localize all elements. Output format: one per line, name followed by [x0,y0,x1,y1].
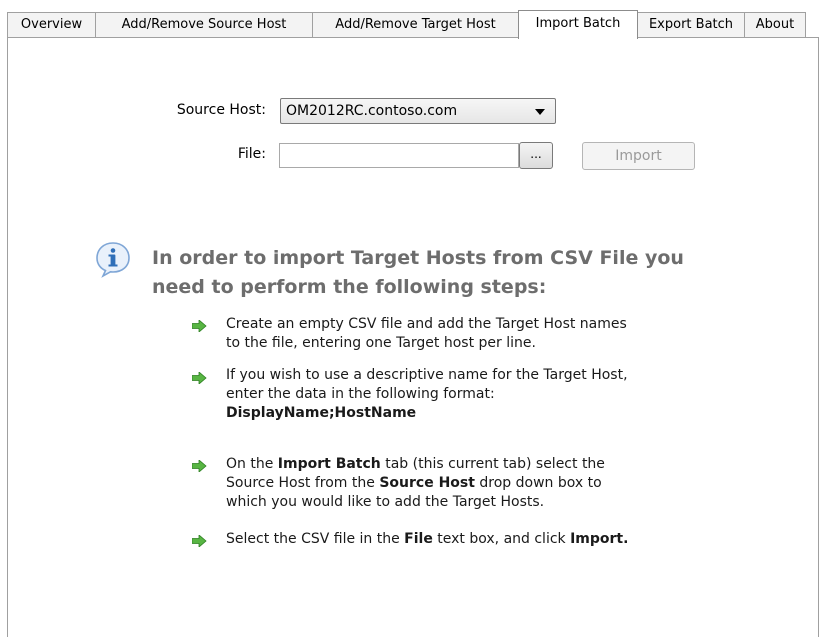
heading-line: In order to import Target Hosts from CSV… [152,247,684,269]
step-text: which you would like to add the Target H… [226,494,545,510]
text-part: drop down box to [474,475,602,491]
green-arrow-icon [192,320,207,332]
step-4: Select the CSV file in the File text box… [226,530,746,549]
tab-export-batch[interactable]: Export Batch [637,12,745,38]
step-text: Source Host from the Source Host drop do… [226,474,746,493]
tab-add-remove-source-host[interactable]: Add/Remove Source Host [95,12,313,38]
green-arrow-icon [192,372,207,384]
green-arrow-icon [192,460,207,472]
text-part: Select the CSV file in the [226,531,405,547]
source-host-select[interactable]: OM2012RC.contoso.com [280,98,556,124]
step-text: DisplayName;HostName [226,404,746,423]
info-icon [96,242,130,278]
file-input[interactable] [279,143,519,168]
green-arrow-icon [192,535,207,547]
step-2: If you wish to use a descriptive name fo… [226,366,746,423]
tab-strip: Overview Add/Remove Source Host Add/Remo… [7,10,825,39]
text-bold: Source Host [379,475,475,491]
step-text: On the Import Batch tab (this current ta… [226,455,746,474]
text-bold: Import Batch [277,456,381,472]
text-bold: Import. [570,531,629,547]
text-part: Source Host from the [226,475,380,491]
step-text: If you wish to use a descriptive name fo… [226,367,628,383]
text-part: On the [226,456,278,472]
tab-import-batch[interactable]: Import Batch [518,10,638,39]
step-text: to the file, entering one Target host pe… [226,335,536,351]
step-3: On the Import Batch tab (this current ta… [226,455,746,512]
source-host-label: Source Host: [176,102,266,118]
format-example: DisplayName;HostName [226,405,417,421]
instructions-heading: In order to import Target Hosts from CSV… [152,244,772,302]
step-1: Create an empty CSV file and add the Tar… [226,315,746,353]
step-text: Select the CSV file in the File text box… [226,530,746,549]
source-host-value: OM2012RC.contoso.com [286,103,458,119]
tab-about[interactable]: About [744,12,806,38]
text-bold: File [404,531,433,547]
import-button[interactable]: Import [582,142,695,170]
chevron-down-icon [535,109,545,115]
tab-overview[interactable]: Overview [7,12,96,38]
heading-line: need to perform the following steps: [152,276,547,298]
file-label: File: [237,146,266,162]
step-text: enter the data in the following format: [226,386,495,402]
step-text: Create an empty CSV file and add the Tar… [226,316,627,332]
text-part: tab (this current tab) select the [380,456,605,472]
browse-button[interactable]: ... [519,142,553,169]
tab-add-remove-target-host[interactable]: Add/Remove Target Host [312,12,519,38]
text-part: text box, and click [432,531,571,547]
